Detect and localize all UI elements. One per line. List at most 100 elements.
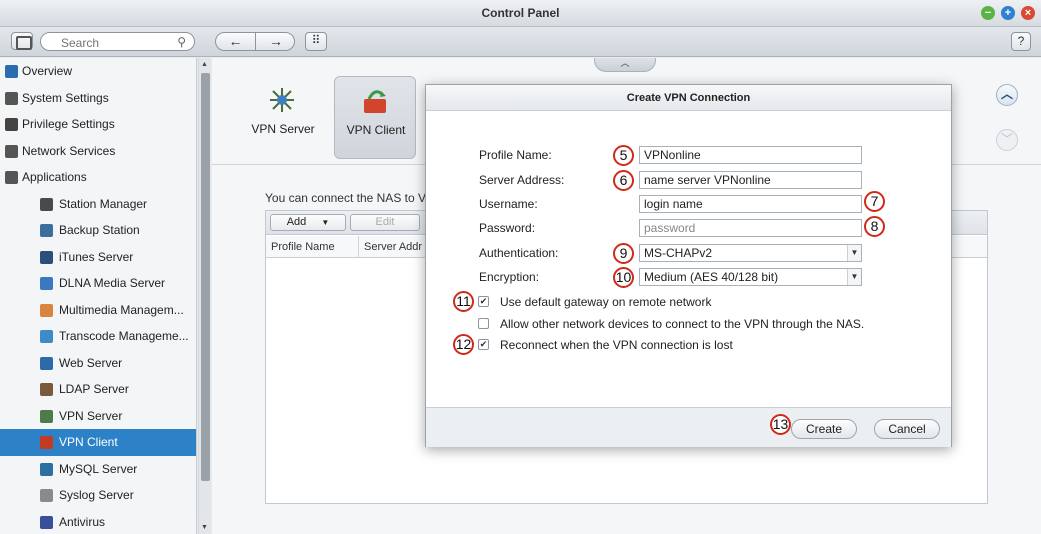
sidebar-item-network-services[interactable]: Network Services	[0, 138, 196, 165]
cancel-button[interactable]: Cancel	[874, 419, 940, 439]
server-address-input[interactable]	[639, 171, 862, 189]
username-label: Username:	[479, 197, 538, 211]
create-button[interactable]: Create	[791, 419, 857, 439]
dlna-media-server-icon	[40, 277, 53, 290]
encryption-value: Medium (AES 40/128 bit)	[644, 270, 779, 284]
chevron-down-icon: ▼	[847, 245, 861, 261]
edit-button[interactable]: Edit	[350, 214, 420, 231]
sidebar-item-label: VPN Server	[59, 408, 123, 423]
minimize-icon[interactable]: −	[981, 6, 995, 20]
collapse-header-icon[interactable]: ︿	[594, 58, 656, 72]
user-icon	[5, 118, 18, 131]
sidebar-item-label: Antivirus	[59, 514, 106, 529]
callout-6: 6	[613, 170, 634, 191]
close-icon[interactable]: ×	[1021, 6, 1035, 20]
sidebar: Overview System Settings Privilege Setting…	[0, 58, 197, 534]
scroll-thumb[interactable]	[201, 73, 210, 481]
search-icon[interactable]: ⚲	[177, 35, 186, 49]
sidebar-item-label: Backup Station	[59, 223, 140, 237]
dropdown-arrow-icon: ▼	[321, 218, 330, 227]
sidebar-item-label: Network Services	[22, 143, 116, 158]
vpn-server-icon	[40, 409, 53, 423]
sidebar-item-itunes-server[interactable]: iTunes Server	[0, 244, 196, 271]
encryption-label: Encryption:	[479, 270, 540, 284]
antivirus-icon	[40, 515, 53, 529]
create-vpn-connection-dialog: Create VPN Connection Profile Name: 5 Se…	[425, 84, 952, 447]
multimedia-management-icon	[40, 303, 53, 317]
sidebar-item-label: DLNA Media Server	[59, 276, 166, 290]
sidebar-item-web-server[interactable]: Web Server	[0, 350, 196, 377]
default-gateway-checkbox[interactable]: ✔	[478, 296, 489, 307]
scroll-up-icon[interactable]: ▲	[201, 61, 208, 68]
maximize-icon[interactable]: +	[1001, 6, 1015, 20]
sidebar-item-vpn-server[interactable]: VPN Server	[0, 403, 196, 430]
authentication-select[interactable]: MS-CHAPv2 ▼	[639, 244, 862, 262]
reconnect-checkbox[interactable]: ✔	[478, 339, 489, 350]
password-input[interactable]	[639, 219, 862, 237]
sidebar-item-syslog-server[interactable]: Syslog Server	[0, 482, 196, 509]
help-button[interactable]: ?	[1011, 32, 1031, 51]
search-box[interactable]: ⚲	[40, 32, 195, 51]
station-manager-icon	[40, 197, 53, 211]
sidebar-item-ldap-server[interactable]: LDAP Server	[0, 376, 196, 403]
search-input[interactable]	[59, 35, 179, 51]
profile-name-label: Profile Name:	[479, 148, 552, 162]
sidebar-item-transcode-manageme[interactable]: Transcode Manageme...	[0, 323, 196, 350]
encryption-select[interactable]: Medium (AES 40/128 bit) ▼	[639, 268, 862, 286]
network-icon	[5, 144, 18, 158]
tab-vpn-server[interactable]: VPN Server	[242, 76, 324, 159]
default-gateway-label: Use default gateway on remote network	[500, 295, 712, 309]
sidebar-item-dlna-media-server[interactable]: DLNA Media Server	[0, 270, 196, 297]
sidebar-item-applications[interactable]: Applications	[0, 164, 196, 191]
add-button[interactable]: Add ▼	[270, 214, 346, 231]
add-button-label: Add	[286, 216, 307, 228]
column-header-profile-name[interactable]: Profile Name	[266, 236, 359, 258]
allow-devices-label: Allow other network devices to connect t…	[500, 317, 865, 331]
profile-name-input[interactable]	[639, 146, 862, 164]
sidebar-item-station-manager[interactable]: Station Manager	[0, 191, 196, 218]
sidebar-item-label: Syslog Server	[59, 488, 134, 502]
scroll-down-icon[interactable]: ▼	[201, 524, 208, 531]
back-arrow-icon[interactable]: ←	[216, 33, 256, 50]
transcode-management-icon	[40, 330, 53, 343]
sidebar-item-backup-station[interactable]: Backup Station	[0, 217, 196, 244]
sidebar-item-system-settings[interactable]: System Settings	[0, 85, 196, 112]
sidebar-item-multimedia-managem[interactable]: Multimedia Managem...	[0, 297, 196, 324]
reconnect-label: Reconnect when the VPN connection is los…	[500, 338, 733, 352]
sidebar-item-overview[interactable]: Overview	[0, 58, 196, 85]
callout-13: 13	[770, 414, 791, 435]
overview-icon	[5, 65, 18, 78]
vpn-server-tab-icon	[266, 84, 298, 116]
sidebar-item-label: LDAP Server	[59, 382, 129, 396]
allow-devices-checkbox[interactable]	[478, 318, 489, 329]
callout-10: 10	[613, 267, 634, 288]
sidebar-item-privilege-settings[interactable]: Privilege Settings	[0, 111, 196, 138]
callout-9: 9	[613, 243, 634, 264]
sidebar-item-label: System Settings	[22, 90, 109, 105]
scroll-down-circle-icon[interactable]: ﹀	[996, 129, 1018, 151]
chevron-down-icon: ▼	[847, 269, 861, 285]
sidebar-scrollbar[interactable]: ▲ ▼	[198, 58, 211, 534]
scroll-up-circle-icon[interactable]: ︿	[996, 84, 1018, 106]
sidebar-item-vpn-client[interactable]: VPN Client	[0, 429, 196, 456]
callout-12: 12	[453, 334, 474, 355]
description-text: You can connect the NAS to V	[265, 191, 426, 205]
vpn-client-icon	[40, 436, 53, 449]
tab-vpn-client[interactable]: VPN Client	[334, 76, 416, 159]
sidebar-item-label: Transcode Manageme...	[59, 329, 189, 343]
sidebar-item-mysql-server[interactable]: MySQL Server	[0, 456, 196, 483]
apps-grid-icon[interactable]: ⠿	[305, 32, 327, 51]
authentication-label: Authentication:	[479, 246, 559, 260]
sidebar-toggle-icon[interactable]	[11, 32, 33, 50]
toolbar: ⚲ ← → ⠿ ?	[0, 27, 1041, 57]
callout-11: 11	[453, 291, 474, 312]
sidebar-item-label: Web Server	[59, 355, 123, 370]
sidebar-item-antivirus[interactable]: Antivirus	[0, 509, 196, 534]
backup-station-icon	[40, 224, 53, 237]
callout-7: 7	[864, 191, 885, 212]
username-input[interactable]	[639, 195, 862, 213]
forward-arrow-icon[interactable]: →	[256, 33, 296, 50]
web-server-icon	[40, 356, 53, 370]
window-titlebar: Control Panel − + ×	[0, 0, 1041, 27]
callout-5: 5	[613, 145, 634, 166]
